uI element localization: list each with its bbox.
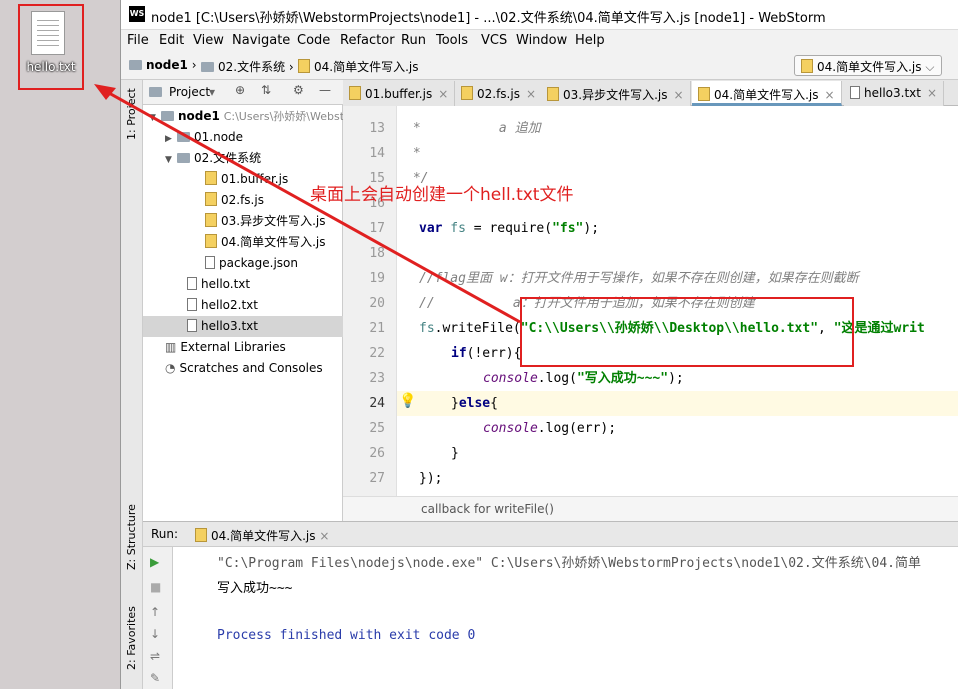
annotation-arrow [94,84,521,324]
